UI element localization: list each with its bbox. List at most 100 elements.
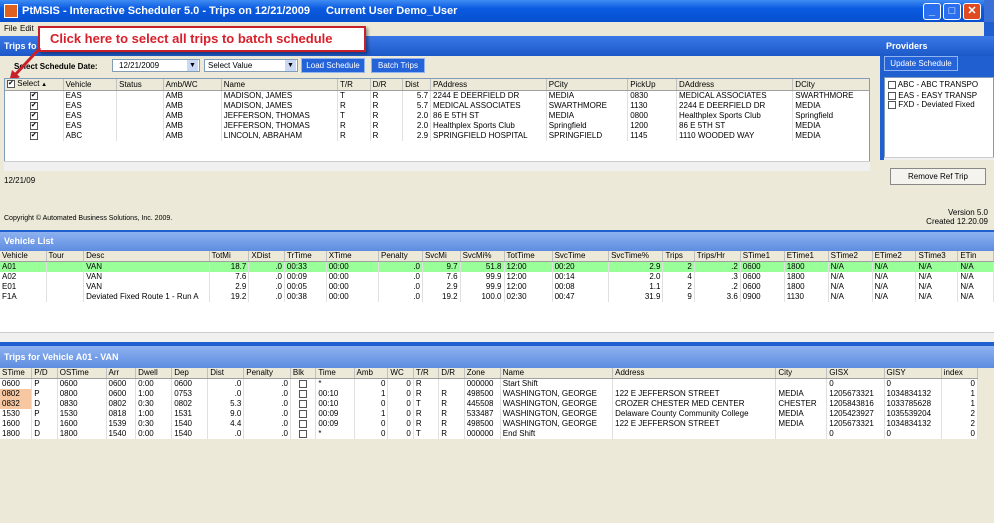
column-header[interactable]: Status: [116, 79, 164, 91]
column-header[interactable]: STime2: [828, 251, 873, 262]
table-cell[interactable]: [290, 389, 317, 399]
blk-checkbox[interactable]: [299, 399, 308, 408]
column-header[interactable]: Penalty: [243, 368, 291, 379]
column-header[interactable]: index: [941, 368, 979, 379]
provider-item[interactable]: ABC - ABC TRANSPO: [885, 78, 993, 91]
blk-checkbox[interactable]: [299, 409, 308, 418]
column-header[interactable]: Trips/Hr: [694, 251, 741, 262]
vehicle-row[interactable]: A01 VAN 18.7.0 00:33 00:00.0 9.7 51.8 12:00 00:2…: [0, 261, 994, 272]
column-header[interactable]: PCity: [546, 79, 629, 91]
table-row[interactable]: 1600 D 1600 1539 0:30 1540 4.4.0 00:09 0 0 R R 49850…: [0, 419, 979, 429]
column-header[interactable]: TotTime: [504, 251, 553, 262]
column-header[interactable]: XDist: [248, 251, 285, 262]
blk-checkbox[interactable]: [299, 429, 308, 438]
table-cell[interactable]: [5, 131, 64, 141]
table-cell[interactable]: [5, 90, 64, 101]
blk-checkbox[interactable]: [299, 419, 308, 428]
column-header[interactable]: Name: [221, 79, 339, 91]
column-header[interactable]: GISX: [826, 368, 885, 379]
load-schedule-button[interactable]: Load Schedule: [301, 58, 365, 73]
column-header[interactable]: Dist: [207, 368, 245, 379]
row-select-checkbox[interactable]: [29, 121, 38, 131]
column-header[interactable]: Zone: [464, 368, 501, 379]
column-header[interactable]: ETime2: [872, 251, 917, 262]
column-header[interactable]: Dist: [402, 79, 432, 91]
table-row[interactable]: 0832 D 0830 0802 0:30 0802 5.3.0 00:10 0 0 T R 44550…: [0, 399, 979, 409]
vehicle-row[interactable]: E01 VAN 2.9.0 00:05 00:00.0 2.9 99.9 12:00 00:08…: [0, 282, 994, 292]
close-icon[interactable]: ✕: [963, 3, 981, 20]
column-header[interactable]: Penalty: [378, 251, 423, 262]
batch-trips-button[interactable]: Batch Trips: [371, 58, 425, 73]
vehicle-row[interactable]: F1A Deviated Fixed Route 1 - Run A 19.2.0 0…: [0, 292, 994, 302]
column-header[interactable]: ETin: [957, 251, 994, 262]
menu-file[interactable]: File: [4, 24, 17, 33]
table-row[interactable]: ABCAMBLINCOLN, ABRAHAMRR2.9SPRINGFIELD H…: [5, 131, 869, 141]
column-header[interactable]: Trips: [662, 251, 695, 262]
row-select-checkbox[interactable]: [29, 101, 38, 111]
column-header[interactable]: SvcTime: [552, 251, 610, 262]
vehicle-row[interactable]: A02 VAN 7.6.0 00:09 00:00.0 7.6 99.9 12:00 00:14…: [0, 272, 994, 282]
maximize-icon[interactable]: □: [943, 3, 961, 20]
column-header[interactable]: Address: [612, 368, 777, 379]
table-cell[interactable]: [5, 101, 64, 111]
menu-edit[interactable]: Edit: [20, 24, 34, 33]
column-header[interactable]: Blk: [290, 368, 317, 379]
column-header[interactable]: WC: [387, 368, 414, 379]
column-header[interactable]: STime1: [740, 251, 785, 262]
column-header[interactable]: Amb/WC: [163, 79, 222, 91]
minimize-icon[interactable]: _: [923, 3, 941, 20]
column-header[interactable]: Vehicle: [0, 251, 47, 262]
column-header[interactable]: T/R: [413, 368, 440, 379]
provider-item[interactable]: EAS - EASY TRANSP: [885, 91, 993, 100]
column-header[interactable]: SvcTime%: [608, 251, 664, 262]
column-header[interactable]: Dwell: [135, 368, 173, 379]
column-header[interactable]: D/R: [370, 79, 404, 91]
chevron-down-icon[interactable]: ▼: [285, 60, 296, 71]
column-header[interactable]: City: [775, 368, 828, 379]
column-header[interactable]: PAddress: [430, 79, 547, 91]
column-header[interactable]: Amb: [354, 368, 389, 379]
provider-item[interactable]: FXD - Deviated Fixed: [885, 100, 993, 109]
column-header[interactable]: XTime: [326, 251, 380, 262]
column-header[interactable]: Select ▲: [5, 79, 64, 91]
column-header[interactable]: Name: [500, 368, 614, 379]
row-select-checkbox[interactable]: [29, 131, 38, 141]
table-row[interactable]: 1800 D 1800 1540 0:00 1540.0.0 * 0 0 T R 000000 End …: [0, 429, 979, 439]
column-header[interactable]: Arr: [106, 368, 137, 379]
blk-checkbox[interactable]: [299, 389, 308, 398]
table-cell[interactable]: [290, 429, 317, 439]
table-row[interactable]: 0802 P 0800 0600 1:00 0753.0.0 00:10 1 0 R R 498500…: [0, 389, 979, 399]
column-header[interactable]: ETime1: [784, 251, 829, 262]
chevron-down-icon[interactable]: ▼: [187, 60, 198, 71]
column-header[interactable]: Desc: [83, 251, 210, 262]
select-all-checkbox[interactable]: [7, 79, 15, 89]
table-cell[interactable]: [290, 399, 317, 409]
column-header[interactable]: GISY: [884, 368, 942, 379]
table-row[interactable]: EASAMBJEFFERSON, THOMASRR2.0Healthplex S…: [5, 121, 869, 131]
date-picker[interactable]: 12/21/2009 ▼: [112, 59, 200, 72]
table-row[interactable]: 1530 P 1530 0818 1:00 1531 9.0.0 00:09 1 0 R R 53348…: [0, 409, 979, 419]
column-header[interactable]: Dep: [171, 368, 209, 379]
table-row[interactable]: EAS AMBMADISON, JAMESTR5.72244 E DEERFIEL…: [5, 90, 869, 101]
column-header[interactable]: DAddress: [676, 79, 794, 91]
row-select-checkbox[interactable]: [29, 111, 38, 121]
column-header[interactable]: P/D: [31, 368, 58, 379]
column-header[interactable]: TrTime: [284, 251, 327, 262]
column-header[interactable]: DCity: [792, 79, 869, 91]
column-header[interactable]: STime3: [915, 251, 959, 262]
table-cell[interactable]: [290, 419, 317, 429]
table-cell[interactable]: [5, 121, 64, 131]
column-header[interactable]: Time: [315, 368, 355, 379]
row-select-checkbox[interactable]: [29, 91, 38, 101]
table-row[interactable]: 0600 P 0600 0600 0:00 0600.0.0 * 0 0 R 000000 Start…: [0, 378, 979, 389]
update-schedule-button[interactable]: Update Schedule: [884, 56, 958, 71]
remove-ref-trip-button[interactable]: Remove Ref Trip: [890, 168, 986, 185]
column-header[interactable]: Vehicle: [63, 79, 118, 91]
table-cell[interactable]: [290, 378, 317, 389]
column-header[interactable]: D/R: [438, 368, 465, 379]
column-header[interactable]: OSTime: [57, 368, 107, 379]
column-header[interactable]: SvcMi%: [460, 251, 505, 262]
table-cell[interactable]: [290, 409, 317, 419]
column-header[interactable]: SvcMi: [422, 251, 461, 262]
column-header[interactable]: PickUp: [627, 79, 678, 91]
